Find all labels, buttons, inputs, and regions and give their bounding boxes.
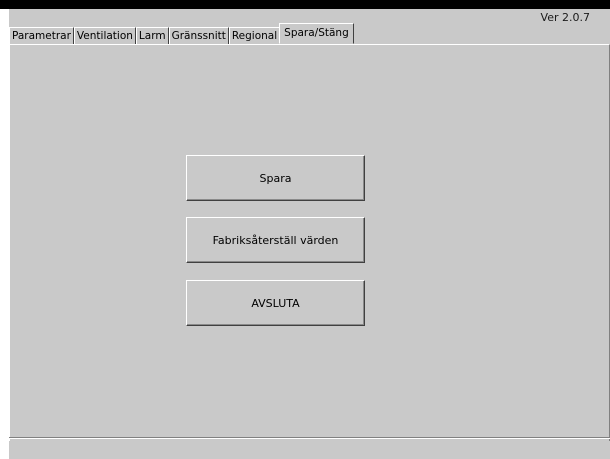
factory-reset-button[interactable]: Fabriksåterställ värden bbox=[186, 217, 365, 263]
tab-bar: Parametrar Ventilation Larm Gränssnitt R… bbox=[9, 23, 354, 44]
exit-button[interactable]: AVSLUTA bbox=[186, 280, 365, 326]
tab-parametrar[interactable]: Parametrar bbox=[9, 27, 74, 44]
tab-granssnitt[interactable]: Gränssnitt bbox=[168, 27, 229, 44]
save-button[interactable]: Spara bbox=[186, 155, 365, 201]
settings-window: Ver 2.0.7 Parametrar Ventilation Larm Gr… bbox=[9, 9, 610, 459]
app-window: Ver 2.0.7 Parametrar Ventilation Larm Gr… bbox=[0, 0, 610, 459]
tab-regional[interactable]: Regional bbox=[228, 27, 281, 44]
version-label: Ver 2.0.7 bbox=[540, 11, 590, 24]
tab-ventilation[interactable]: Ventilation bbox=[73, 27, 136, 44]
tab-larm[interactable]: Larm bbox=[135, 27, 169, 44]
tab-spara-stang[interactable]: Spara/Stäng bbox=[279, 23, 354, 44]
tab-panel-spara-stang: Spara Fabriksåterställ värden AVSLUTA bbox=[9, 44, 610, 441]
bottom-divider bbox=[9, 437, 610, 439]
top-black-bar bbox=[0, 0, 610, 9]
